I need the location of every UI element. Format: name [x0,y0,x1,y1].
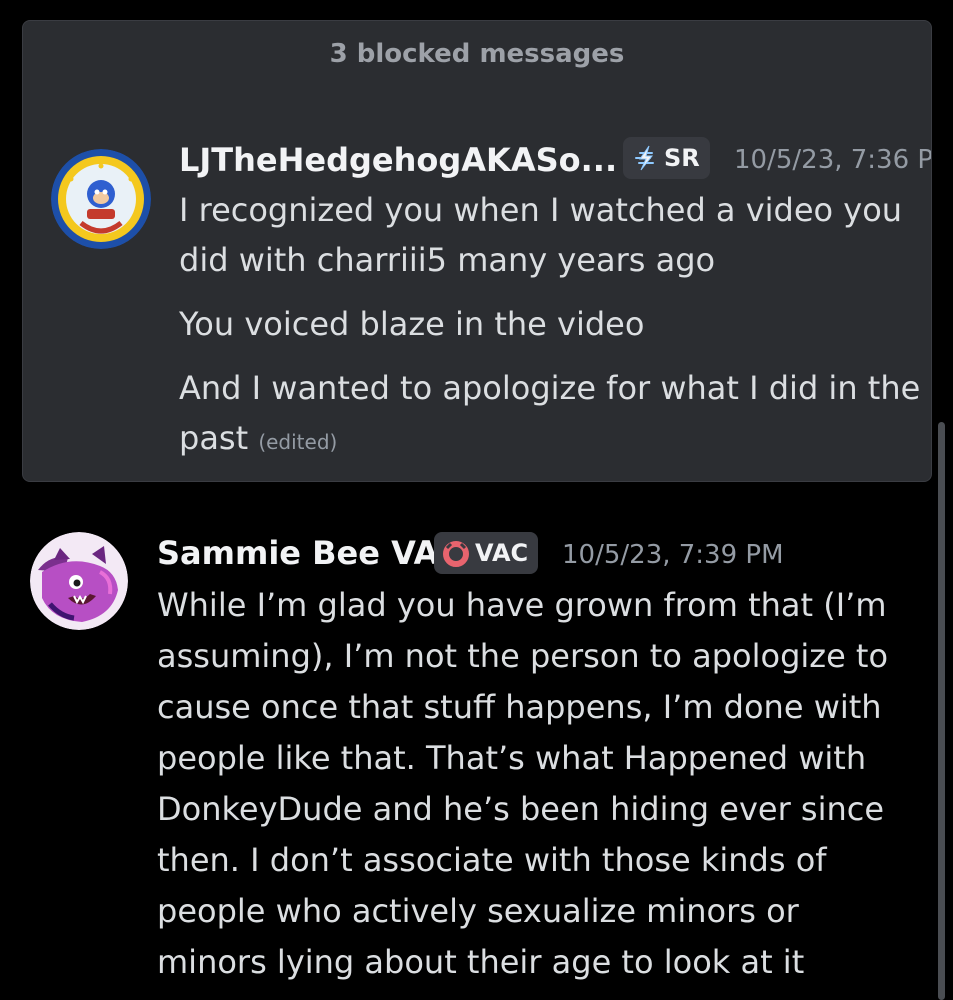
message-line: past (edited) [179,413,337,467]
avatar-sammie-bee[interactable] [30,532,128,630]
scrollbar[interactable] [938,422,945,1000]
message-timestamp: 10/5/23, 7:39 PM [562,540,784,570]
message-line: While I’m glad you have grown from that … [157,586,887,624]
blocked-messages-header[interactable]: 3 blocked messages [23,39,931,69]
edited-indicator: (edited) [258,430,338,454]
message-line-text: past [179,419,249,457]
username-ljthehedgehog[interactable]: LJTheHedgehogAKASo... [179,141,617,179]
server-tag-vac[interactable]: VAC [434,532,539,574]
lightning-icon [631,144,659,172]
message-timestamp: 10/5/23, 7:36 PM [734,145,932,175]
message-line: cause once that stuff happens, I’m done … [157,688,882,726]
message-line: DonkeyDude and he’s been hiding ever sin… [157,790,885,828]
message-line: assuming), I’m not the person to apologi… [157,637,889,675]
donut-icon [442,539,470,567]
message-line: did with charriii5 many years ago [179,241,716,279]
message-line: I recognized you when I watched a video … [179,191,903,229]
avatar-ljthehedgehog[interactable] [51,149,151,249]
server-tag-label: SR [664,144,700,172]
username-sammie-bee[interactable]: Sammie Bee VA [157,534,438,572]
server-tag-label: VAC [475,539,529,567]
message-line: minors lying about their age to look at … [157,943,805,981]
blocked-messages-group[interactable]: 3 blocked messages LJTheHedgehogAKASo...… [22,20,932,482]
server-tag-sr[interactable]: SR [623,137,710,179]
message-line: You voiced blaze in the video [179,305,645,343]
message-line: then. I don’t associate with those kinds… [157,841,827,879]
message-line: people who actively sexualize minors or [157,892,799,930]
message-line: people like that. That’s what Happened w… [157,739,867,777]
message-line: And I wanted to apologize for what I did… [179,369,921,407]
